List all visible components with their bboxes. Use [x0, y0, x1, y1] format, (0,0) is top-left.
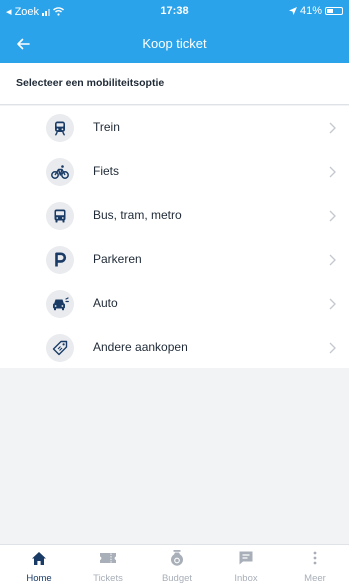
battery-icon — [325, 7, 343, 15]
tab-home[interactable]: Home — [4, 547, 74, 586]
option-label: Parkeren — [93, 252, 142, 266]
option-label: Andere aankopen — [93, 340, 188, 354]
option-label: Auto — [93, 296, 118, 310]
tab-label: Inbox — [234, 573, 258, 584]
ticket-icon — [73, 547, 143, 569]
option-trein[interactable]: Trein — [0, 106, 349, 150]
option-label: Fiets — [93, 164, 120, 178]
option-label: Bus, tram, metro — [93, 208, 182, 222]
parking-icon — [46, 246, 74, 274]
page-title: Koop ticket — [142, 36, 207, 51]
mobility-options-list: Trein Fiets Bus, tram, metro Parkeren Au… — [0, 106, 349, 368]
more-icon — [280, 547, 349, 569]
option-label: Trein — [93, 120, 120, 134]
chevron-right-icon — [329, 166, 336, 178]
tab-label: Home — [26, 573, 52, 584]
tab-inbox[interactable]: Inbox — [211, 547, 281, 586]
chevron-right-icon — [329, 342, 336, 354]
tab-label: Meer — [304, 573, 326, 584]
message-icon — [211, 547, 281, 569]
section-title: Selecteer een mobiliteitsoptie — [16, 77, 165, 89]
nav-bar: Koop ticket — [0, 32, 349, 56]
tab-label: Budget — [161, 573, 193, 584]
chevron-right-icon — [329, 254, 336, 266]
chevron-right-icon — [329, 298, 336, 310]
section-header: Selecteer een mobiliteitsoptie — [0, 63, 349, 105]
option-parkeren[interactable]: Parkeren — [0, 238, 349, 282]
option-andere-aankopen[interactable]: Andere aankopen — [0, 326, 349, 370]
chevron-right-icon — [329, 122, 336, 134]
bottom-tab-bar: Home Tickets Budget Inbox Meer — [0, 544, 349, 586]
tab-tickets[interactable]: Tickets — [73, 547, 143, 586]
option-fiets[interactable]: Fiets — [0, 150, 349, 194]
chevron-right-icon — [329, 210, 336, 222]
tab-meer[interactable]: Meer — [280, 547, 349, 586]
app-header: ◂ Zoek 17:38 41% Koop ticket — [0, 0, 349, 63]
bicycle-icon — [46, 158, 74, 186]
car-icon — [46, 290, 74, 318]
location-arrow-icon — [288, 7, 297, 15]
money-bag-icon — [142, 547, 212, 569]
status-bar: ◂ Zoek 17:38 41% — [0, 0, 349, 22]
tag-icon — [46, 334, 74, 362]
home-icon — [4, 547, 74, 569]
battery-percent: 41% — [299, 5, 322, 17]
option-bus-tram-metro[interactable]: Bus, tram, metro — [0, 194, 349, 238]
train-icon — [46, 114, 74, 142]
bus-icon — [46, 202, 74, 230]
tab-label: Tickets — [93, 573, 123, 584]
tab-budget[interactable]: Budget — [142, 547, 212, 586]
status-right: 41% — [288, 5, 343, 17]
option-auto[interactable]: Auto — [0, 282, 349, 326]
